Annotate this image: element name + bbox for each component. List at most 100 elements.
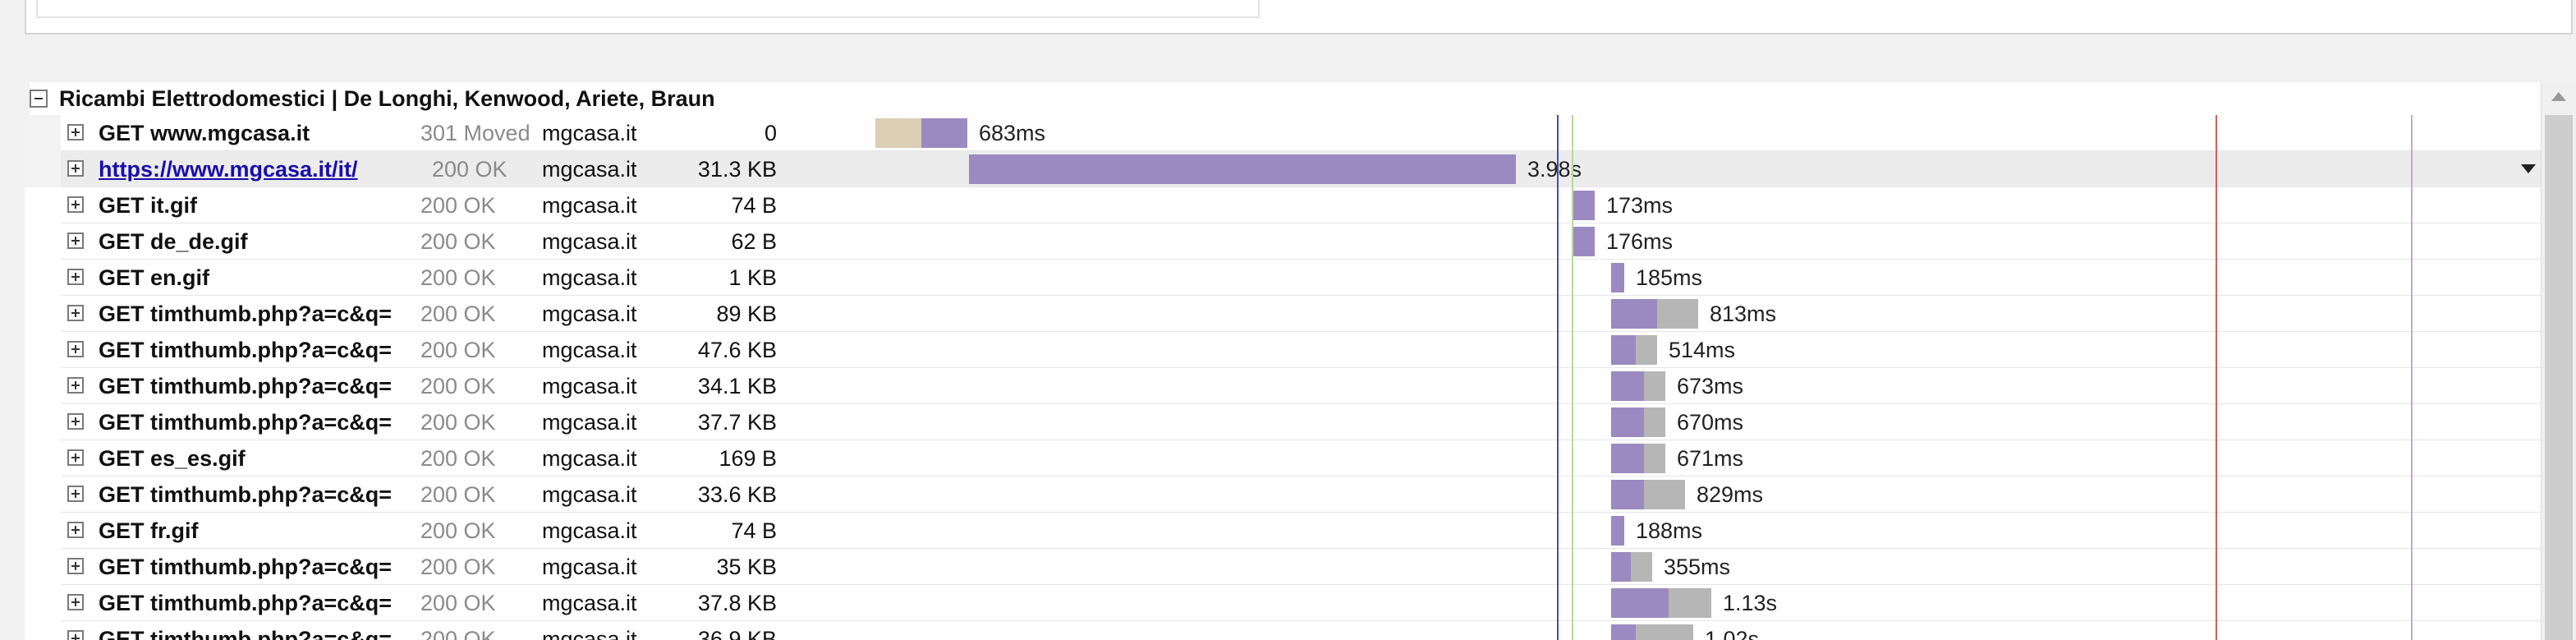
page-header[interactable]: Ricambi Elettrodomestici | De Longhi, Ke… [30, 82, 2542, 115]
timing-bar-receive [1636, 335, 1657, 365]
window-load-line [2411, 115, 2413, 640]
request-timeline: 3.98s [815, 151, 2539, 187]
expand-icon[interactable] [67, 413, 84, 430]
expand-icon[interactable] [67, 305, 84, 321]
request-row[interactable]: GET timthumb.php?a=c&q= 200 OK mgcasa.it 37… [61, 585, 2541, 621]
request-status: 200 OK [420, 482, 496, 507]
expand-icon[interactable] [67, 594, 84, 610]
request-status: 200 OK [420, 446, 496, 471]
request-size: 74 B [731, 193, 777, 218]
request-size: 34.1 KB [697, 374, 777, 398]
request-size: 31.3 KB [697, 157, 777, 182]
expand-icon[interactable] [67, 341, 84, 357]
request-row[interactable]: GET timthumb.php?a=c&q= 200 OK mgcasa.it 33… [61, 477, 2541, 513]
request-size: 0 [764, 121, 777, 145]
request-row[interactable]: GET es_es.gif 200 OK mgcasa.it 169 B 671ms [61, 440, 2541, 477]
timing-bar-waiting [1611, 588, 1669, 618]
request-status: 200 OK [420, 338, 496, 362]
expand-icon[interactable] [67, 124, 84, 140]
request-row[interactable]: https://www.mgcasa.it/it/200 OK mgcasa.it… [61, 151, 2541, 187]
request-url: GET fr.gif [99, 518, 199, 543]
request-row[interactable]: GET de_de.gif 200 OK mgcasa.it 62 B 176ms [61, 223, 2541, 260]
timing-bar-waiting [969, 154, 1516, 184]
request-list: GET www.mgcasa.it 301 Moved mgcasa.it 0 683m… [61, 115, 2541, 640]
request-duration: 173ms [1606, 193, 1674, 218]
collapse-icon[interactable] [30, 90, 48, 108]
request-duration: 1.13s [1723, 591, 1778, 615]
request-row[interactable]: GET timthumb.php?a=c&q= 200 OK mgcasa.it 89… [61, 296, 2541, 332]
timing-bar-waiting [1611, 552, 1631, 582]
request-size: 74 B [731, 518, 777, 543]
request-size: 35 KB [716, 555, 777, 579]
request-timeline: 829ms [815, 477, 2539, 513]
request-url: GET es_es.gif [99, 446, 246, 471]
request-row[interactable]: GET timthumb.php?a=c&q= 200 OK mgcasa.it 37… [61, 404, 2541, 440]
request-url: GET timthumb.php?a=c&q= [99, 374, 393, 398]
request-row[interactable]: GET www.mgcasa.it 301 Moved mgcasa.it 0 683m… [61, 115, 2541, 151]
request-status: 200 OK [420, 518, 496, 543]
request-duration: 671ms [1677, 446, 1744, 471]
request-status: 200 OK [420, 229, 496, 254]
expand-icon[interactable] [67, 486, 84, 502]
request-timeline: 671ms [815, 440, 2539, 477]
request-url: GET timthumb.php?a=c&q= [99, 627, 393, 640]
onload-line [2216, 115, 2217, 640]
request-status: 200 OK [420, 555, 496, 579]
timing-bar-blocked [875, 118, 921, 148]
expand-icon[interactable] [67, 196, 84, 213]
request-row[interactable]: GET it.gif 200 OK mgcasa.it 74 B 173ms [61, 187, 2541, 223]
expand-icon[interactable] [67, 630, 84, 640]
request-url: GET de_de.gif [99, 229, 248, 254]
request-url: GET timthumb.php?a=c&q= [99, 338, 393, 362]
request-timeline: 188ms [815, 513, 2539, 549]
request-row[interactable]: GET timthumb.php?a=c&q= 200 OK mgcasa.it 36… [61, 621, 2541, 640]
timing-bar-waiting [1611, 516, 1624, 546]
request-duration: 1.02s [1705, 627, 1760, 640]
scroll-up-icon[interactable] [2551, 92, 2566, 101]
expand-icon[interactable] [67, 449, 84, 466]
request-duration: 813ms [1710, 302, 1777, 326]
request-url: GET it.gif [99, 193, 197, 218]
expand-icon[interactable] [67, 269, 84, 285]
request-row[interactable]: GET timthumb.php?a=c&q= 200 OK mgcasa.it 47… [61, 332, 2541, 368]
timing-bar-waiting [1611, 444, 1644, 473]
request-duration: 185ms [1636, 265, 1703, 290]
timing-bar-waiting [1572, 227, 1595, 256]
timing-bar-waiting [1611, 371, 1644, 401]
request-row[interactable]: GET timthumb.php?a=c&q= 200 OK mgcasa.it 34… [61, 368, 2541, 404]
expand-icon[interactable] [67, 233, 84, 249]
expand-icon[interactable] [67, 377, 84, 394]
request-size: 89 KB [716, 302, 777, 326]
expand-icon[interactable] [67, 522, 84, 538]
request-size: 169 B [719, 446, 777, 471]
timing-bar-receive [1644, 371, 1665, 401]
request-timeline: 813ms [815, 296, 2539, 332]
request-row[interactable]: GET timthumb.php?a=c&q= 200 OK mgcasa.it 35… [61, 549, 2541, 585]
timing-bar-waiting [1611, 480, 1644, 509]
request-status: 200 OK [420, 302, 496, 326]
request-duration: 829ms [1697, 482, 1764, 507]
expand-icon[interactable] [67, 558, 84, 574]
request-duration: 683ms [979, 121, 1046, 145]
request-status: 200 OK [420, 410, 496, 435]
scroll-thumb[interactable] [2545, 115, 2573, 640]
request-row[interactable]: GET en.gif 200 OK mgcasa.it 1 KB 185ms [61, 260, 2541, 296]
request-timeline: 173ms [815, 187, 2539, 223]
request-status: 200 OK [420, 193, 496, 218]
request-timeline: 176ms [815, 223, 2539, 260]
expand-icon[interactable] [67, 160, 84, 177]
request-url[interactable]: https://www.mgcasa.it/it/ [99, 151, 466, 187]
request-status: 200 OK [420, 591, 496, 615]
vertical-scrollbar[interactable] [2541, 82, 2576, 640]
request-row[interactable]: GET fr.gif 200 OK mgcasa.it 74 B 188ms [61, 513, 2541, 549]
request-url: GET timthumb.php?a=c&q= [99, 302, 393, 326]
chevron-down-icon[interactable] [2521, 164, 2536, 173]
request-size: 1 KB [728, 265, 777, 290]
request-timeline: 673ms [815, 368, 2539, 404]
request-duration: 673ms [1677, 374, 1744, 398]
gutter-shade [25, 115, 61, 187]
request-size: 37.7 KB [697, 410, 777, 435]
request-timeline: 1.02s [815, 621, 2539, 640]
page-title: Ricambi Elettrodomestici | De Longhi, Ke… [59, 85, 715, 111]
request-size: 33.6 KB [697, 482, 777, 507]
